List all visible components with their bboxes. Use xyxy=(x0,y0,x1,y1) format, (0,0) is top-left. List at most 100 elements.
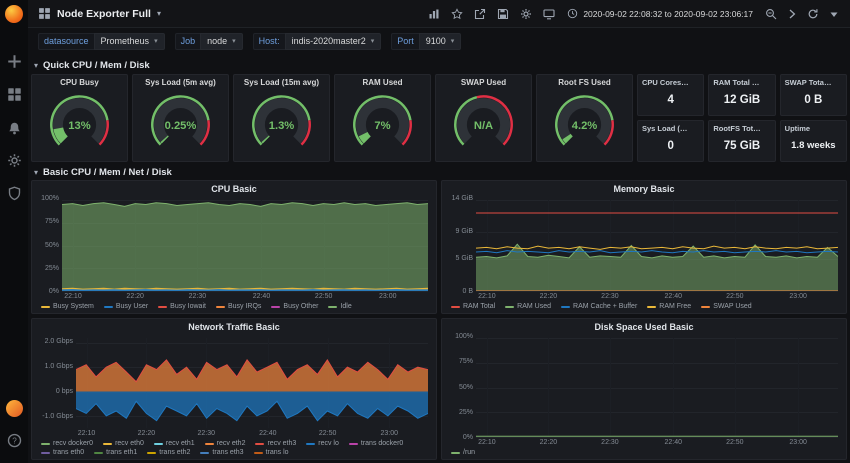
legend-swatch xyxy=(103,442,113,445)
legend-item[interactable]: RAM Used xyxy=(505,303,551,310)
legend-item[interactable]: /run xyxy=(451,449,475,456)
panel-title[interactable]: Root FS Used xyxy=(537,75,632,87)
panel-title[interactable]: CPU Cores… xyxy=(638,75,703,87)
legend-item[interactable]: Busy Iowait xyxy=(158,303,206,310)
legend-item[interactable]: Idle xyxy=(328,303,352,310)
variable-value-dropdown[interactable]: node ▾ xyxy=(200,32,243,50)
panel-title[interactable]: RootFS Tot… xyxy=(709,121,774,133)
panel-title[interactable]: SWAP Tota… xyxy=(781,75,846,87)
panel-title[interactable]: Network Traffic Basic xyxy=(32,319,436,332)
chart-canvas[interactable] xyxy=(476,200,838,292)
legend-item[interactable]: Busy User xyxy=(103,303,148,310)
charts-row-2: Network Traffic Basic 2.0 Gbps 1.0 Gbps 0 b… xyxy=(31,318,847,460)
plot-wrap: 100% 75% 50% 25% 0% xyxy=(36,195,428,295)
quick-row-panels: CPU Busy 13% Sys Load (5m avg) 0.25% Sys Loa… xyxy=(31,74,847,162)
security-shield-icon[interactable] xyxy=(7,186,22,201)
legend: /run xyxy=(442,448,846,459)
legend-item[interactable]: trans eth3 xyxy=(200,449,244,456)
grafana-logo[interactable] xyxy=(5,5,23,23)
time-range-picker[interactable]: 2020-09-02 22:08:32 to 2020-09-02 23:06:… xyxy=(567,8,753,19)
gauge-panel: Sys Load (15m avg) 1.3% xyxy=(233,74,330,162)
variable-value-dropdown[interactable]: indis-2020master2 ▾ xyxy=(284,32,382,50)
legend-item[interactable]: trans lo xyxy=(253,449,289,456)
x-axis-label: 22:30 xyxy=(188,293,207,300)
legend-item[interactable]: recv eth1 xyxy=(153,440,195,447)
legend-item[interactable]: trans docker0 xyxy=(348,440,403,447)
refresh-icon[interactable] xyxy=(807,8,819,20)
legend-item[interactable]: recv lo xyxy=(306,440,339,447)
share-icon[interactable] xyxy=(474,8,486,20)
variable-host[interactable]: Host: indis-2020master2 ▾ xyxy=(252,32,382,50)
chart-canvas[interactable] xyxy=(76,338,428,428)
panel-title[interactable]: Memory Basic xyxy=(442,181,846,194)
save-icon[interactable] xyxy=(497,8,509,20)
legend-label: RAM Total xyxy=(463,303,496,310)
gauge-panel: RAM Used 7% xyxy=(334,74,431,162)
x-axis-label: 22:50 xyxy=(318,430,337,437)
row-basic-cpu-mem-net-disk[interactable]: ▾ Basic CPU / Mem / Net / Disk xyxy=(34,165,172,179)
configuration-gear-icon[interactable] xyxy=(7,153,22,168)
panel-title[interactable]: RAM Used xyxy=(335,75,430,87)
legend-item[interactable]: recv eth3 xyxy=(255,440,296,447)
legend-item[interactable]: recv eth2 xyxy=(204,440,245,447)
panel-title[interactable]: RAM Total … xyxy=(709,75,774,87)
plus-icon[interactable] xyxy=(7,54,22,69)
x-axis-label: 22:50 xyxy=(314,293,333,300)
x-axis: 22:10 22:20 22:30 22:40 22:50 23:00 xyxy=(476,438,838,448)
legend-item[interactable]: recv docker0 xyxy=(41,440,93,447)
panel-title[interactable]: SWAP Used xyxy=(436,75,531,87)
variable-label: Host: xyxy=(252,32,285,50)
chart-canvas[interactable] xyxy=(62,200,428,292)
row-quick-cpu-mem-disk[interactable]: ▾ Quick CPU / Mem / Disk xyxy=(34,58,150,72)
legend-item[interactable]: recv eth0 xyxy=(103,440,144,447)
dashboard-title-group[interactable]: Node Exporter Full ▾ xyxy=(38,7,161,20)
legend-item[interactable]: RAM Cache + Buffer xyxy=(561,303,637,310)
x-axis-label: 22:40 xyxy=(664,439,683,446)
panel-title[interactable]: CPU Basic xyxy=(32,181,436,194)
tv-icon[interactable] xyxy=(543,8,555,20)
variable-value-dropdown[interactable]: 9100 ▾ xyxy=(418,32,462,50)
legend-item[interactable]: Busy System xyxy=(41,303,94,310)
panel-title[interactable]: Uptime xyxy=(781,121,846,133)
legend-label: RAM Free xyxy=(659,303,692,310)
zoom-out-icon[interactable] xyxy=(765,8,777,20)
panel-title[interactable]: Sys Load (… xyxy=(638,121,703,133)
panel-title[interactable]: Disk Space Used Basic xyxy=(442,319,846,332)
legend-item[interactable]: RAM Free xyxy=(647,303,691,310)
settings-gear-icon[interactable] xyxy=(520,8,532,20)
legend-item[interactable]: Busy IRQs xyxy=(215,303,261,310)
variable-datasource[interactable]: datasource Prometheus ▾ xyxy=(38,32,165,50)
x-axis-label: 22:20 xyxy=(539,293,558,300)
chart-canvas[interactable] xyxy=(476,338,838,438)
panel-title[interactable]: Sys Load (15m avg) xyxy=(234,75,329,87)
chevron-right-icon[interactable] xyxy=(786,8,798,20)
variable-value-text: node xyxy=(207,36,228,46)
variable-port[interactable]: Port 9100 ▾ xyxy=(391,32,462,50)
legend-item[interactable]: Busy Other xyxy=(271,303,318,310)
dashboards-grid-icon[interactable] xyxy=(7,87,22,102)
dashboard-title[interactable]: Node Exporter Full xyxy=(57,8,151,20)
sidebar-bottom-nav: ? xyxy=(5,393,23,457)
legend-item[interactable]: trans eth2 xyxy=(147,449,190,456)
stat-panel: RAM Total … 12 GiB xyxy=(708,74,776,116)
legend-item[interactable]: trans eth1 xyxy=(94,449,137,456)
caret-down-icon[interactable] xyxy=(828,8,840,20)
star-icon[interactable] xyxy=(451,7,463,20)
user-avatar[interactable] xyxy=(5,400,23,417)
alerting-bell-icon[interactable] xyxy=(7,120,22,135)
add-panel-icon[interactable] xyxy=(428,8,440,20)
help-icon[interactable]: ? xyxy=(7,433,22,448)
y-axis-label: 50% xyxy=(44,241,59,249)
legend-item[interactable]: SWAP Used xyxy=(701,303,752,310)
main-area: Node Exporter Full ▾ 2020-09-02 22:08:32… xyxy=(28,0,850,463)
gauge: N/A xyxy=(436,87,531,161)
svg-text:?: ? xyxy=(12,436,17,445)
legend-item[interactable]: trans eth0 xyxy=(41,449,84,456)
panel-title[interactable]: Sys Load (5m avg) xyxy=(133,75,228,87)
legend-item[interactable]: RAM Total xyxy=(451,303,495,310)
gauge: 7% xyxy=(335,87,430,161)
variable-value-dropdown[interactable]: Prometheus ▾ xyxy=(93,32,165,50)
panel-title[interactable]: CPU Busy xyxy=(32,75,127,87)
variable-job[interactable]: Job node ▾ xyxy=(174,32,243,50)
caret-down-icon: ▾ xyxy=(370,38,375,45)
